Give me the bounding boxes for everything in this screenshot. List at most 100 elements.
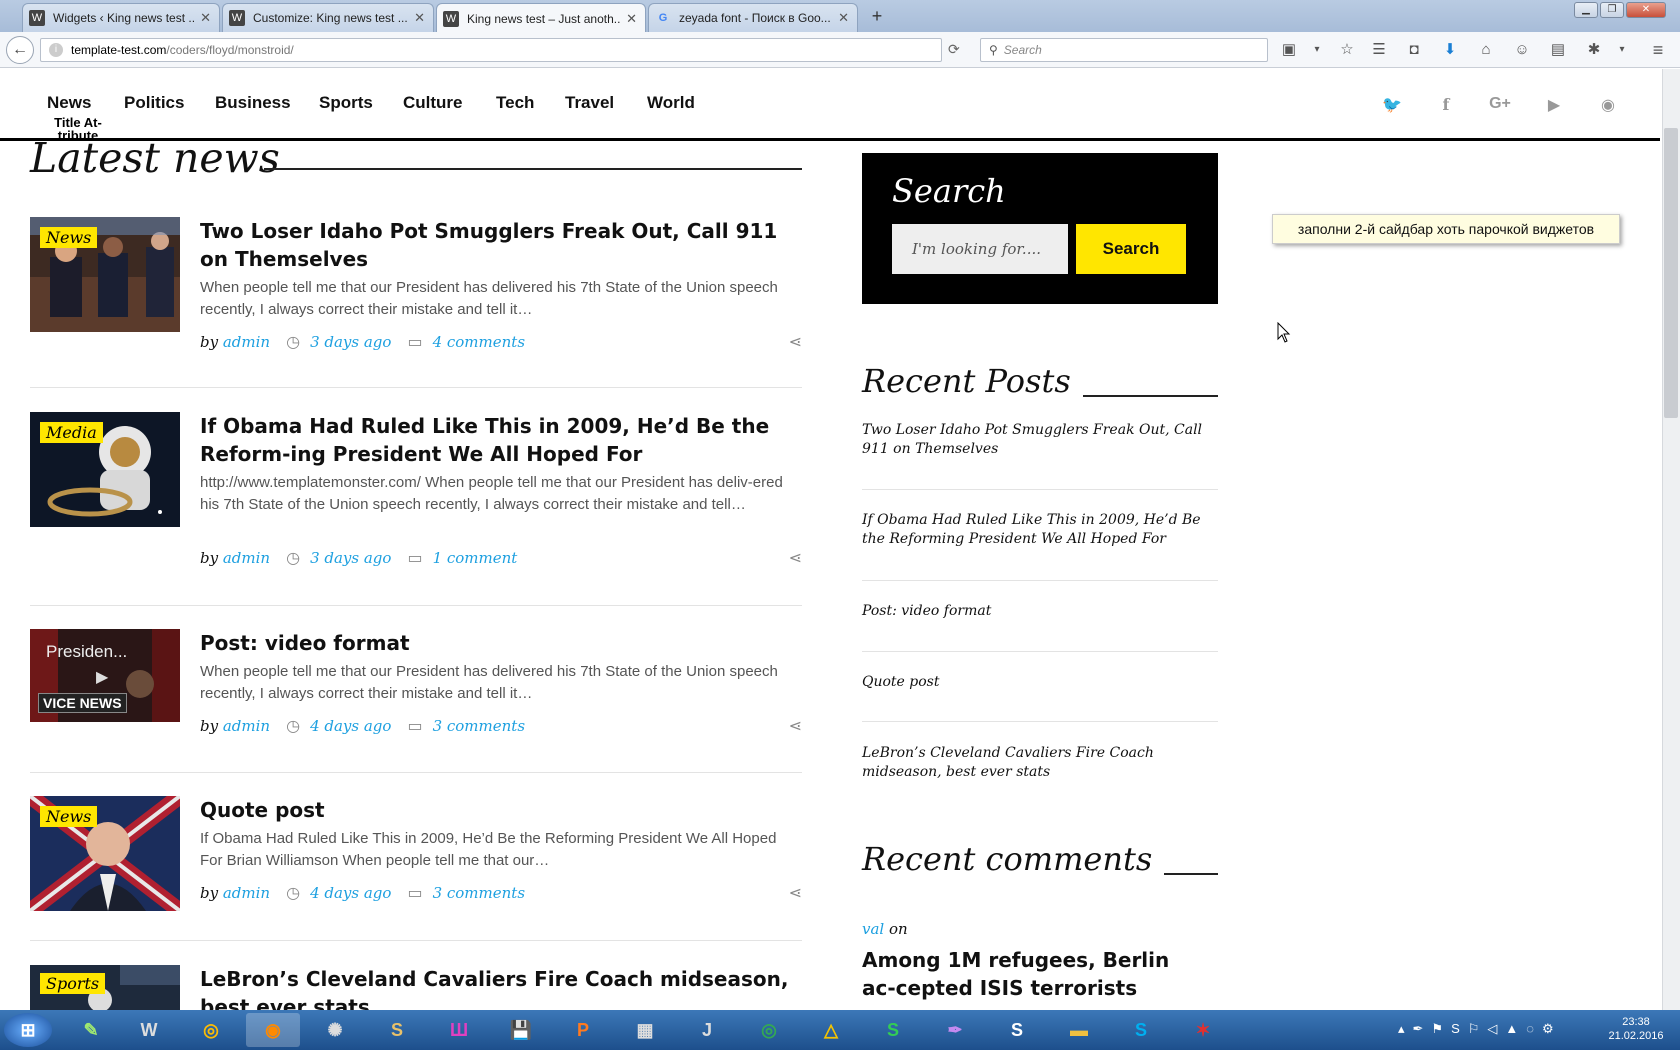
minimize-button[interactable]: ▁ xyxy=(1574,2,1598,18)
ide-icon[interactable]: J xyxy=(680,1013,734,1047)
nav-travel[interactable]: Travel xyxy=(565,93,614,113)
nav-sports[interactable]: Sports xyxy=(319,93,373,113)
category-badge[interactable]: News xyxy=(40,227,98,248)
recent-post-link[interactable]: Quote post xyxy=(862,673,1218,692)
close-icon[interactable]: ✕ xyxy=(838,10,849,26)
comments-link[interactable]: 1 comment xyxy=(433,549,518,567)
game-icon[interactable]: W xyxy=(122,1013,176,1047)
pocket-icon[interactable]: ◘ xyxy=(1403,40,1425,60)
post-title[interactable]: Two Loser Idaho Pot Smugglers Freak Out,… xyxy=(200,217,800,273)
recent-post-link[interactable]: Two Loser Idaho Pot Smugglers Freak Out,… xyxy=(862,421,1218,459)
author-link[interactable]: admin xyxy=(223,549,270,567)
taskbar-clock[interactable]: 23:38 21.02.2016 xyxy=(1600,1015,1672,1043)
extension-icon[interactable]: ✱ xyxy=(1583,40,1605,60)
nav-world[interactable]: World xyxy=(647,93,695,113)
search-input[interactable]: I'm looking for.... xyxy=(892,224,1068,274)
system-tray[interactable]: ▴✒⚑S⚐◁▲◌⚙ xyxy=(1398,1021,1562,1037)
close-icon[interactable]: ✕ xyxy=(200,10,211,26)
bookmark-star-icon[interactable]: ☆ xyxy=(1336,40,1358,60)
author-link[interactable]: admin xyxy=(223,884,270,902)
share-icon[interactable]: ⋖ xyxy=(789,716,802,736)
sublime-icon[interactable]: S xyxy=(370,1013,424,1047)
twitter-icon[interactable]: 🐦 xyxy=(1381,95,1403,115)
category-badge[interactable]: News xyxy=(40,806,98,827)
reading-list-icon[interactable]: ☰ xyxy=(1368,40,1390,60)
folder-icon[interactable]: ▬ xyxy=(1052,1013,1106,1047)
site-info-icon[interactable]: i xyxy=(49,43,63,57)
post-thumbnail[interactable]: Media xyxy=(30,412,180,527)
recent-post-link[interactable]: LeBron’s Cleveland Cavaliers Fire Coach … xyxy=(862,744,1218,782)
date-link[interactable]: 3 days ago xyxy=(310,333,391,351)
chrome-icon[interactable]: ◎ xyxy=(184,1013,238,1047)
nav-politics[interactable]: Politics xyxy=(124,93,184,113)
firefox-icon[interactable]: ◉ xyxy=(246,1013,300,1047)
tab-customize[interactable]: W Customize: King news test ... ✕ xyxy=(222,3,434,32)
recent-post-link[interactable]: If Obama Had Ruled Like This in 2009, He… xyxy=(862,511,1218,549)
post-thumbnail[interactable]: News xyxy=(30,217,180,332)
nav-tech[interactable]: Tech xyxy=(496,93,534,113)
reload-icon[interactable]: ⟳ xyxy=(948,41,960,58)
download-icon[interactable]: ⬇ xyxy=(1439,40,1461,60)
close-window-button[interactable]: ✕ xyxy=(1626,2,1666,18)
maximize-button[interactable]: ❐ xyxy=(1600,2,1624,18)
menu-icon[interactable]: ≡ xyxy=(1647,40,1669,60)
home-icon[interactable]: ⌂ xyxy=(1475,40,1497,60)
post-title[interactable]: If Obama Had Ruled Like This in 2009, He… xyxy=(200,412,800,468)
play-icon[interactable]: ▶ xyxy=(96,667,108,687)
dropdown-icon[interactable]: ▾ xyxy=(1306,40,1328,60)
close-icon[interactable]: ✕ xyxy=(414,10,425,26)
app-icon[interactable]: ✶ xyxy=(1176,1013,1230,1047)
share-icon[interactable]: ⋖ xyxy=(789,883,802,903)
date-link[interactable]: 4 days ago xyxy=(310,884,391,902)
comment-post-link[interactable]: Among 1M refugees, Berlin ac-cepted ISIS… xyxy=(862,946,1192,1002)
category-badge[interactable]: Sports xyxy=(40,973,106,994)
search-button[interactable]: Search xyxy=(1076,224,1186,274)
rss-icon[interactable]: ◉ xyxy=(1597,95,1619,115)
author-link[interactable]: admin xyxy=(223,717,270,735)
tab-widgets[interactable]: W Widgets ‹ King news test ... ✕ xyxy=(22,3,220,32)
date-link[interactable]: 4 days ago xyxy=(310,717,391,735)
chat-icon[interactable]: ☺ xyxy=(1511,40,1533,60)
floppy-icon[interactable]: 💾 xyxy=(494,1013,548,1047)
category-badge[interactable]: Media xyxy=(40,422,103,443)
nav-culture[interactable]: Culture xyxy=(403,93,463,113)
share-icon[interactable]: ⋖ xyxy=(789,548,802,568)
post-thumbnail[interactable]: News xyxy=(30,796,180,911)
recent-post-link[interactable]: Post: video format xyxy=(862,602,1218,621)
start-button[interactable]: ⊞ xyxy=(4,1013,52,1047)
nav-business[interactable]: Business xyxy=(215,93,291,113)
comments-link[interactable]: 3 comments xyxy=(433,884,525,902)
chrome-icon[interactable]: ◎ xyxy=(742,1013,796,1047)
url-bar[interactable]: i template-test.com/coders/floyd/monstro… xyxy=(40,38,942,62)
google-plus-icon[interactable]: G+ xyxy=(1489,95,1511,113)
tab-google-search[interactable]: G zeyada font - Поиск в Goo... ✕ xyxy=(648,3,858,32)
calculator-icon[interactable]: ▦ xyxy=(618,1013,672,1047)
app-icon[interactable]: S xyxy=(866,1013,920,1047)
close-icon[interactable]: ✕ xyxy=(626,11,637,27)
pdf-icon[interactable]: P xyxy=(556,1013,610,1047)
comment-author-link[interactable]: val xyxy=(862,920,884,938)
notepad-icon[interactable]: ✎ xyxy=(64,1013,118,1047)
back-button[interactable]: ← xyxy=(6,36,34,64)
comments-link[interactable]: 3 comments xyxy=(433,717,525,735)
dropdown-icon[interactable]: ▾ xyxy=(1611,40,1633,60)
new-tab-button[interactable]: + xyxy=(864,4,890,28)
app-icon[interactable]: △ xyxy=(804,1013,858,1047)
youtube-icon[interactable]: ▶ xyxy=(1543,95,1565,115)
screenshot-icon[interactable]: ▣ xyxy=(1278,40,1300,60)
post-thumbnail[interactable]: Sports xyxy=(30,965,180,1010)
nav-news[interactable]: News xyxy=(47,93,91,113)
addon-icon[interactable]: ▤ xyxy=(1547,40,1569,60)
skype-icon[interactable]: S xyxy=(1114,1013,1168,1047)
tab-king-news[interactable]: W King news test – Just anoth... ✕ xyxy=(436,3,646,33)
app-icon[interactable]: Ш xyxy=(432,1013,486,1047)
browser-search-input[interactable]: ⚲ Search xyxy=(980,38,1268,62)
feather-icon[interactable]: ✒ xyxy=(928,1013,982,1047)
author-link[interactable]: admin xyxy=(223,333,270,351)
date-link[interactable]: 3 days ago xyxy=(310,549,391,567)
facebook-icon[interactable]: f xyxy=(1435,95,1457,114)
app-icon[interactable]: ✺ xyxy=(308,1013,362,1047)
post-title[interactable]: LeBron’s Cleveland Cavaliers Fire Coach … xyxy=(200,965,800,1010)
share-icon[interactable]: ⋖ xyxy=(789,332,802,352)
video-thumbnail[interactable]: Presiden... ▶ VICE NEWS xyxy=(30,629,180,722)
